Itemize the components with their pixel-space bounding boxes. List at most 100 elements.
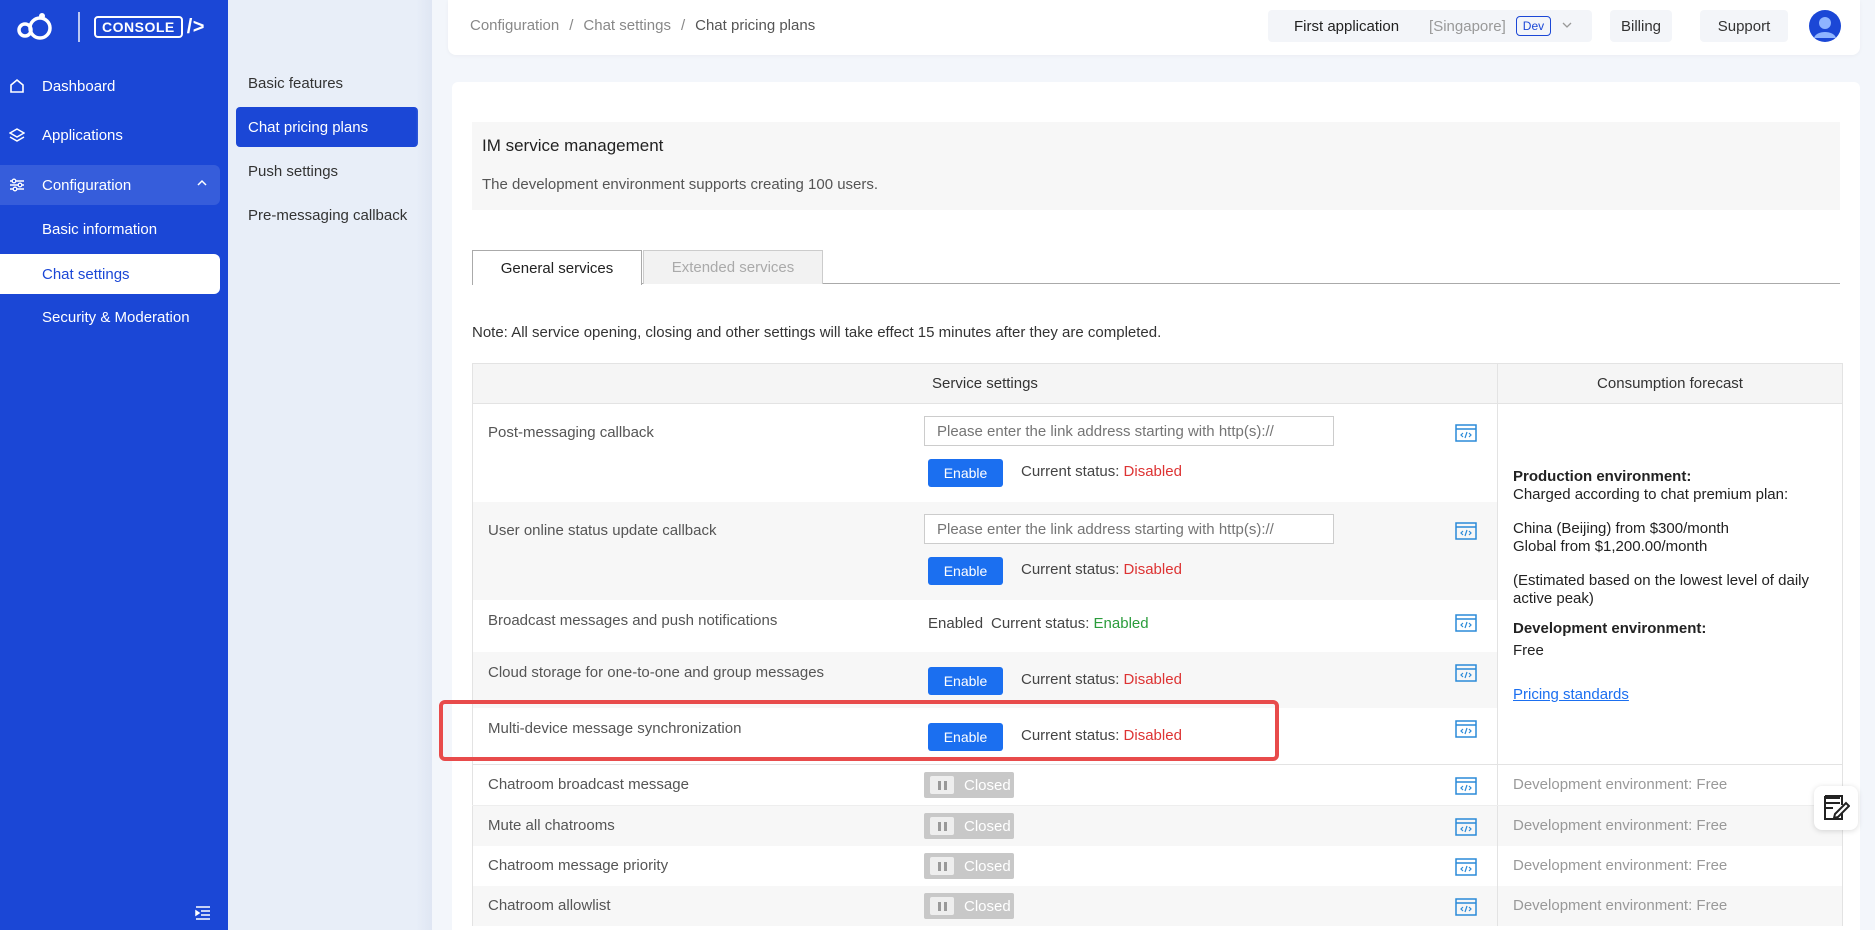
service-row-chatroom-broadcast: Chatroom broadcast message Closed (473, 765, 1497, 805)
env-badge: Dev (1515, 16, 1552, 36)
service-row-chatroom-allowlist: Chatroom allowlist Closed (473, 886, 1497, 926)
code-icon[interactable] (1455, 898, 1477, 920)
left-navigation: CONSOLE /> Dashboard Applications Config… (0, 0, 228, 930)
service-name: Broadcast messages and push notification… (488, 612, 778, 629)
nav-configuration-label: Configuration (42, 176, 132, 194)
nav-applications[interactable]: Applications (0, 115, 220, 155)
pricing-standards-link[interactable]: Pricing standards (1513, 686, 1629, 703)
chevron-up-icon (196, 176, 208, 193)
layers-icon (8, 126, 26, 144)
forecast-dev-free: Development environment: Free (1513, 857, 1728, 874)
user-avatar-icon (1810, 11, 1840, 41)
code-icon[interactable] (1455, 614, 1477, 636)
post-messaging-callback-url-input[interactable] (924, 416, 1334, 446)
tab-extended-services[interactable]: Extended services (643, 250, 823, 284)
chatroom-broadcast-toggle[interactable]: Closed (924, 772, 1014, 798)
enabled-text: Enabled (928, 615, 984, 632)
subnav-basic-features[interactable]: Basic features (236, 63, 418, 103)
page-description: The development environment supports cre… (482, 176, 879, 193)
consumption-forecast: Production environment: Charged accordin… (1498, 404, 1842, 704)
code-icon[interactable] (1455, 424, 1477, 446)
status-value: Disabled (1123, 463, 1182, 480)
status-value: Disabled (1123, 727, 1182, 744)
nav-configuration[interactable]: Configuration (0, 165, 220, 205)
logo-icon (16, 11, 62, 43)
subnav-chat-pricing-plans[interactable]: Chat pricing plans (236, 107, 418, 147)
status-value: Disabled (1123, 561, 1182, 578)
chevron-down-icon (1561, 18, 1573, 35)
code-icon[interactable] (1455, 720, 1477, 742)
collapse-menu-icon[interactable] (195, 906, 211, 925)
console-logo[interactable]: CONSOLE /> (16, 10, 205, 44)
top-header: Configuration / Chat settings / Chat pri… (448, 0, 1860, 55)
main-panel: IM service management The development en… (452, 82, 1860, 930)
feedback-icon (1824, 795, 1850, 820)
nav-dashboard-label: Dashboard (42, 77, 116, 95)
toggle-knob (930, 817, 954, 835)
dev-env-free: Free (1513, 642, 1544, 659)
billing-button[interactable]: Billing (1610, 10, 1672, 42)
nav-applications-label: Applications (42, 126, 123, 144)
nav-chat-settings[interactable]: Chat settings (0, 254, 220, 294)
column-header-consumption-forecast: Consumption forecast (1497, 363, 1843, 404)
service-row-cloud-storage: Cloud storage for one-to-one and group m… (473, 652, 1497, 708)
service-row-chatroom-message-priority: Chatroom message priority Closed (473, 846, 1497, 886)
nav-basic-information[interactable]: Basic information (0, 209, 220, 249)
column-header-service-settings: Service settings (472, 363, 1498, 404)
code-icon[interactable] (1455, 664, 1477, 686)
multi-device-sync-enable-button[interactable]: Enable (928, 723, 1003, 751)
enable-button[interactable]: Enable (928, 667, 1003, 695)
nav-dashboard[interactable]: Dashboard (0, 66, 220, 106)
code-icon[interactable] (1455, 522, 1477, 544)
code-icon[interactable] (1455, 818, 1477, 840)
breadcrumb: Configuration / Chat settings / Chat pri… (470, 17, 815, 34)
support-button[interactable]: Support (1700, 10, 1788, 42)
breadcrumb-configuration[interactable]: Configuration (470, 17, 559, 34)
status-value: Enabled (1093, 615, 1149, 632)
subnav-push-settings[interactable]: Push settings (236, 151, 418, 191)
mute-all-chatrooms-toggle[interactable]: Closed (924, 813, 1014, 839)
status-text: Current status: Disabled (1021, 561, 1182, 578)
breadcrumb-separator: / (569, 17, 574, 34)
sliders-icon (8, 176, 26, 194)
forecast-dev-free: Development environment: Free (1513, 817, 1728, 834)
service-row-user-online-status-callback: User online status update callback Enabl… (473, 502, 1497, 600)
application-selector[interactable]: First application [Singapore] Dev (1268, 10, 1592, 42)
subnav-pre-messaging-callback[interactable]: Pre-messaging callback (236, 195, 418, 235)
price-global: Global from $1,200.00/month (1513, 538, 1708, 555)
page-title: IM service management (482, 136, 664, 155)
service-row-multi-device-sync: Multi-device message synchronization Ena… (473, 708, 1497, 764)
forecast-dev-free: Development environment: Free (1513, 897, 1728, 914)
toggle-knob (930, 857, 954, 875)
secondary-navigation: Basic features Chat pricing plans Push s… (228, 0, 432, 930)
console-wordmark: CONSOLE /> (94, 16, 205, 39)
toggle-knob (930, 776, 954, 794)
breadcrumb-separator: / (680, 17, 686, 34)
home-icon (8, 77, 26, 95)
settings-note: Note: All service opening, closing and o… (472, 324, 1162, 341)
service-table: Service settings Consumption forecast Po… (472, 363, 1843, 926)
logo-divider (78, 12, 80, 42)
chatroom-allowlist-toggle[interactable]: Closed (924, 893, 1014, 919)
enable-button[interactable]: Enable (928, 459, 1003, 487)
tab-general-services[interactable]: General services (472, 250, 642, 285)
service-row-broadcast-push: Broadcast messages and push notification… (473, 600, 1497, 652)
user-online-status-callback-url-input[interactable] (924, 514, 1334, 544)
service-row-mute-all-chatrooms: Mute all chatrooms Closed (473, 806, 1497, 846)
status-text: Current status: Enabled (991, 615, 1149, 632)
prod-env-line: Charged according to chat premium plan: (1513, 486, 1789, 503)
app-region: [Singapore] (1429, 17, 1506, 35)
code-icon[interactable] (1455, 858, 1477, 880)
breadcrumb-chat-settings[interactable]: Chat settings (583, 17, 671, 34)
subnav-shadow (416, 0, 432, 930)
nav-security-moderation[interactable]: Security & Moderation (0, 297, 220, 337)
user-avatar[interactable] (1809, 10, 1841, 42)
app-name: First application (1294, 17, 1400, 35)
enable-button[interactable]: Enable (928, 557, 1003, 585)
code-icon[interactable] (1455, 777, 1477, 799)
feedback-button[interactable] (1814, 786, 1858, 830)
prod-env-title: Production environment: (1513, 468, 1692, 485)
im-service-box: IM service management The development en… (472, 122, 1840, 210)
chatroom-message-priority-toggle[interactable]: Closed (924, 853, 1014, 879)
forecast-dev-free: Development environment: Free (1513, 776, 1728, 793)
